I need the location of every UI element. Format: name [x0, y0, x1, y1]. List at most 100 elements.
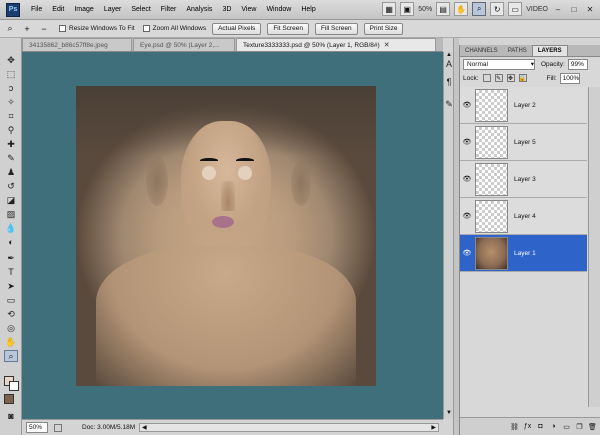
minimize-button[interactable]: –	[552, 3, 564, 15]
delete-layer-icon[interactable]: 🗑	[588, 423, 597, 431]
menu-file[interactable]: File	[26, 6, 47, 13]
menu-window[interactable]: Window	[261, 6, 296, 13]
layer-row[interactable]: 👁 Layer 5	[460, 124, 587, 161]
layer-row-selected[interactable]: 👁 Layer 1	[460, 235, 587, 272]
zoom-tool-icon[interactable]: ⌕	[4, 350, 18, 362]
visibility-eye-icon[interactable]: 👁	[461, 249, 473, 257]
healing-brush-tool-icon[interactable]: ✚	[4, 138, 18, 150]
visibility-eye-icon[interactable]: 👁	[461, 101, 473, 109]
close-tab-icon[interactable]: ✕	[384, 41, 390, 49]
menu-edit[interactable]: Edit	[47, 6, 69, 13]
zoom-level-menu[interactable]: 50%	[418, 6, 432, 13]
adjustment-layer-icon[interactable]: ◑	[549, 423, 558, 430]
visibility-eye-icon[interactable]: 👁	[461, 212, 473, 220]
menu-layer[interactable]: Layer	[99, 6, 127, 13]
lock-transparency-icon[interactable]	[482, 74, 491, 82]
visibility-eye-icon[interactable]: 👁	[461, 138, 473, 146]
arrange-documents-icon[interactable]: ▤	[436, 2, 451, 16]
rotate-view-icon[interactable]: ↻	[490, 2, 505, 16]
crop-tool-icon[interactable]: ⌗	[4, 110, 18, 122]
layer-row[interactable]: 👁 Layer 2	[460, 87, 587, 124]
tab-document-active[interactable]: Texture3333333.psd @ 50% (Layer 1, RGB/8…	[236, 38, 436, 51]
zoom-field[interactable]: 50%	[26, 422, 48, 433]
type-tool-icon[interactable]: T	[4, 266, 18, 278]
hand-tool-icon[interactable]: ✋	[454, 2, 469, 16]
zoom-out-icon[interactable]: −	[37, 22, 51, 36]
clone-stamp-tool-icon[interactable]: ♟	[4, 166, 18, 178]
actual-pixels-button[interactable]: Actual Pixels	[212, 22, 262, 35]
paragraph-panel-icon[interactable]: ¶	[442, 75, 456, 89]
lock-all-icon[interactable]: 🔒	[518, 74, 527, 82]
layers-scrollbar[interactable]	[588, 87, 600, 407]
opacity-input[interactable]: 99%	[567, 58, 588, 70]
color-swatch-secondary[interactable]	[4, 394, 14, 404]
zoom-tool-icon[interactable]: ⌕	[472, 2, 487, 16]
menu-help[interactable]: Help	[296, 6, 320, 13]
brush-tool-icon[interactable]: ✎	[4, 152, 18, 164]
scroll-right-icon[interactable]: ▶	[431, 424, 436, 431]
workspace-switcher[interactable]: VIDEO	[526, 6, 548, 13]
pen-tool-icon[interactable]: ✒	[4, 252, 18, 264]
eyedropper-tool-icon[interactable]: ⚲	[4, 124, 18, 136]
tab-paths[interactable]: PATHS	[503, 45, 532, 56]
tab-layers[interactable]: LAYERS	[531, 45, 568, 56]
magic-wand-tool-icon[interactable]: ✧	[4, 96, 18, 108]
fill-input[interactable]: 100%	[559, 72, 580, 84]
resize-windows-checkbox[interactable]: Resize Windows To Fit	[59, 25, 135, 32]
new-group-icon[interactable]: ▭	[562, 423, 571, 431]
bridge-icon[interactable]: ▦	[382, 2, 397, 16]
menu-view[interactable]: View	[236, 6, 261, 13]
lasso-tool-icon[interactable]: ↄ	[4, 82, 18, 94]
layer-style-icon[interactable]: ƒx	[523, 423, 532, 430]
new-layer-icon[interactable]: ❐	[575, 423, 584, 431]
layer-row[interactable]: 👁 Layer 4	[460, 198, 587, 235]
maximize-button[interactable]: □	[568, 3, 580, 15]
layer-row[interactable]: 👁 Layer 3	[460, 161, 587, 198]
blend-mode-select[interactable]: Normal ▾	[463, 58, 535, 70]
shape-tool-icon[interactable]: ▭	[4, 294, 18, 306]
menu-3d[interactable]: 3D	[217, 6, 236, 13]
zoom-tool-preset-icon[interactable]: ⌕	[3, 22, 17, 36]
tab-document-2[interactable]: Eye.psd @ 50% (Layer 2,...	[133, 38, 235, 51]
gradient-tool-icon[interactable]: ▨	[4, 208, 18, 220]
mini-bridge-icon[interactable]: ▣	[400, 2, 415, 16]
menu-analysis[interactable]: Analysis	[181, 6, 217, 13]
document-canvas[interactable]	[76, 86, 376, 386]
status-info-icon[interactable]	[54, 423, 62, 432]
close-button[interactable]: ✕	[584, 3, 596, 15]
menu-image[interactable]: Image	[69, 6, 98, 13]
horizontal-scrollbar[interactable]: ◀ ▶	[139, 423, 439, 432]
quick-mask-icon[interactable]: ◙	[4, 410, 18, 422]
eraser-tool-icon[interactable]: ◪	[4, 194, 18, 206]
tab-channels[interactable]: CHANNELS	[460, 45, 503, 56]
tab-document-1[interactable]: 34135862_b86c57ff8e.jpeg	[22, 38, 132, 51]
character-panel-icon[interactable]: A	[442, 57, 456, 71]
history-brush-tool-icon[interactable]: ↺	[4, 180, 18, 192]
fill-screen-button[interactable]: Fill Screen	[314, 22, 358, 35]
3d-camera-tool-icon[interactable]: ◎	[4, 322, 18, 334]
print-size-button[interactable]: Print Size	[363, 22, 404, 35]
menu-filter[interactable]: Filter	[156, 6, 182, 13]
link-layers-icon[interactable]: ⛓	[510, 423, 519, 431]
layer-mask-icon[interactable]: ◘	[536, 423, 545, 430]
menu-select[interactable]: Select	[126, 6, 155, 13]
path-selection-tool-icon[interactable]: ➤	[4, 280, 18, 292]
lock-pixels-icon[interactable]: ✎	[494, 74, 503, 82]
background-color-swatch[interactable]	[9, 381, 19, 391]
zoom-all-windows-checkbox[interactable]: Zoom All Windows	[142, 25, 206, 32]
fit-screen-button[interactable]: Fit Screen	[267, 22, 309, 35]
scroll-down-icon[interactable]: ▼	[445, 410, 453, 419]
dodge-tool-icon[interactable]: ◐	[4, 236, 18, 248]
3d-rotate-tool-icon[interactable]: ⟲	[4, 308, 18, 320]
marquee-tool-icon[interactable]: ⬚	[4, 68, 18, 80]
canvas-area[interactable]	[22, 52, 443, 419]
scroll-left-icon[interactable]: ◀	[142, 424, 147, 431]
brushes-panel-icon[interactable]: ✎	[442, 97, 456, 111]
screen-mode-icon[interactable]: ▭	[508, 2, 523, 16]
hand-tool-icon[interactable]: ✋	[4, 336, 18, 348]
blur-tool-icon[interactable]: 💧	[4, 222, 18, 234]
visibility-eye-icon[interactable]: 👁	[461, 175, 473, 183]
move-tool-icon[interactable]: ✥	[4, 54, 18, 66]
lock-position-icon[interactable]: ✥	[506, 74, 515, 82]
zoom-in-icon[interactable]: +	[20, 22, 34, 36]
